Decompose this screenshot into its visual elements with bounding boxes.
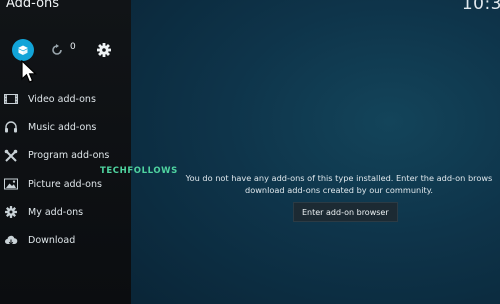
empty-state-line-1: You do not have any add-ons of this type… bbox=[185, 173, 493, 183]
sidebar-item-my-addons[interactable]: My add-ons bbox=[0, 198, 131, 226]
empty-state-line-2: download add-ons created by our communit… bbox=[245, 185, 433, 195]
main-content: 10:3 You do not have any add-ons of this… bbox=[131, 0, 500, 304]
clock: 10:3 bbox=[461, 0, 500, 14]
sidebar-item-label: Picture add-ons bbox=[28, 178, 102, 190]
refresh-icon[interactable] bbox=[50, 43, 64, 57]
watermark: TECHFOLLOWS bbox=[100, 166, 178, 176]
sidebar-item-video-addons[interactable]: Video add-ons bbox=[0, 85, 131, 113]
sidebar-item-label: My add-ons bbox=[28, 206, 84, 218]
page-title: Add-ons bbox=[6, 0, 60, 11]
toolbar: 0 bbox=[0, 38, 131, 62]
sidebar-item-music-addons[interactable]: Music add-ons bbox=[0, 113, 131, 141]
install-from-package-button[interactable] bbox=[12, 39, 34, 61]
update-count: 0 bbox=[70, 42, 76, 52]
mouse-pointer-icon bbox=[21, 60, 38, 83]
film-icon bbox=[4, 94, 18, 105]
tools-icon bbox=[4, 149, 18, 162]
headphones-icon bbox=[5, 121, 17, 133]
open-box-icon bbox=[18, 45, 28, 55]
sidebar-item-download[interactable]: Download bbox=[0, 226, 131, 254]
sidebar-item-label: Download bbox=[28, 235, 76, 247]
enter-addon-browser-button[interactable]: Enter add-on browser bbox=[293, 202, 398, 222]
gear-icon bbox=[5, 206, 17, 219]
settings-gear-icon[interactable] bbox=[96, 42, 112, 58]
sidebar-item-label: Program add-ons bbox=[28, 150, 110, 162]
cloud-download-icon bbox=[5, 235, 18, 245]
picture-icon bbox=[4, 178, 18, 190]
sidebar-item-label: Music add-ons bbox=[28, 121, 97, 133]
sidebar-item-label: Video add-ons bbox=[28, 93, 96, 105]
sidebar: Add-ons 0 Video add-ons Music add-ons Pr… bbox=[0, 0, 131, 304]
empty-state-message: You do not have any add-ons of this type… bbox=[159, 172, 500, 196]
